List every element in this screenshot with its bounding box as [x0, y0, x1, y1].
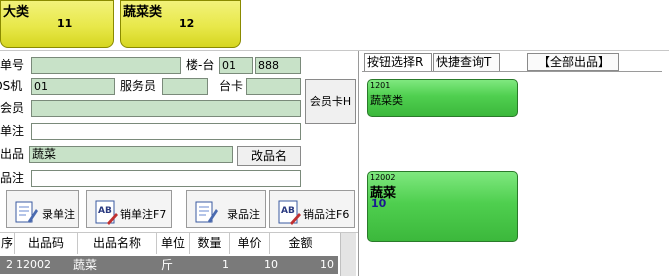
- category-count: 11: [57, 17, 73, 30]
- divider-horizontal: [0, 50, 669, 51]
- waiter-field[interactable]: [162, 78, 208, 95]
- rename-item-button[interactable]: 改品名: [237, 146, 301, 166]
- col-header-price[interactable]: 单价: [229, 233, 269, 254]
- record-order-note-label: 录单注: [42, 208, 75, 221]
- waiter-label: 服务员: [120, 79, 157, 93]
- table-row[interactable]: 2 12002 蔬菜 斤 1 10 10: [0, 256, 338, 274]
- category-button-dalei[interactable]: 大类 11: [0, 0, 114, 48]
- notepad-icon: [14, 199, 38, 225]
- divider-vertical: [358, 50, 359, 276]
- row-unit: 斤: [161, 258, 174, 272]
- cancel-item-note-button[interactable]: AB 销品注F6: [269, 190, 355, 228]
- category-name: 大类: [3, 5, 30, 20]
- order-note-field[interactable]: [31, 123, 301, 140]
- menu-item-button[interactable]: 12002 蔬菜 10: [367, 171, 518, 242]
- item-field[interactable]: 蔬菜: [29, 146, 233, 163]
- cancel-order-note-button[interactable]: AB 销单注F7: [86, 190, 172, 228]
- category-button-vegetables[interactable]: 蔬菜类 12: [120, 0, 241, 48]
- item-label: 出品: [0, 147, 25, 161]
- row-qty: 1: [222, 258, 229, 271]
- row-price: 10: [264, 258, 278, 271]
- member-field[interactable]: [31, 100, 301, 117]
- cancel-order-note-label: 销单注F7: [120, 208, 167, 221]
- item-note-label: 品注: [0, 171, 25, 185]
- tab-quick-query[interactable]: 快捷查询T: [433, 53, 500, 71]
- pos-label: POS机: [0, 79, 23, 93]
- col-header-name[interactable]: 出品名称: [77, 233, 156, 254]
- menu-code: 1201: [370, 81, 391, 90]
- cancel-item-note-label: 销品注F6: [303, 208, 350, 221]
- floor-table-label: 楼-台: [186, 58, 215, 72]
- notepad-icon: [194, 199, 218, 225]
- menu-name: 蔬菜类: [370, 94, 403, 107]
- record-order-note-button[interactable]: 录单注: [6, 190, 79, 228]
- row-code: 12002: [16, 258, 51, 271]
- table-scrollbar[interactable]: [340, 233, 356, 276]
- record-item-note-button[interactable]: 录品注: [186, 190, 266, 228]
- order-no-field[interactable]: [31, 57, 181, 74]
- item-note-field[interactable]: [31, 170, 301, 187]
- col-header-qty[interactable]: 数量: [189, 233, 229, 254]
- col-header-code[interactable]: 出品码: [14, 233, 77, 254]
- card-label: 台卡: [219, 79, 244, 93]
- menu-code: 12002: [370, 173, 396, 182]
- col-header-seq[interactable]: 序: [0, 233, 14, 254]
- svg-text:AB: AB: [98, 206, 112, 216]
- table-field[interactable]: 888: [255, 57, 301, 74]
- pos-window: 大类 11 蔬菜类 12 单号 楼-台 01 888 POS机 01 服务员 台…: [0, 0, 669, 276]
- pos-field[interactable]: 01: [31, 78, 115, 95]
- member-card-button[interactable]: 会员卡H: [305, 79, 356, 124]
- all-items-button[interactable]: 【全部出品】: [527, 53, 619, 71]
- menu-price: 10: [371, 197, 387, 210]
- row-amount: 10: [320, 258, 334, 271]
- document-ab-icon: AB: [277, 199, 301, 225]
- row-seq: 2: [6, 258, 13, 271]
- member-label: 会员: [0, 101, 25, 115]
- card-field[interactable]: [246, 78, 301, 95]
- menu-category-button[interactable]: 1201 蔬菜类: [367, 79, 518, 117]
- floor-field[interactable]: 01: [219, 57, 253, 74]
- document-ab-icon: AB: [94, 199, 118, 225]
- tab-underline: [362, 71, 662, 72]
- order-note-label: 单注: [0, 124, 25, 138]
- category-count: 12: [179, 17, 195, 30]
- tab-button-select[interactable]: 按钮选择R: [364, 53, 432, 71]
- col-header-unit[interactable]: 单位: [156, 233, 189, 254]
- row-name: 蔬菜: [73, 258, 98, 272]
- svg-text:AB: AB: [281, 206, 295, 216]
- category-name: 蔬菜类: [123, 5, 163, 20]
- col-header-amount[interactable]: 金额: [269, 233, 331, 254]
- record-item-note-label: 录品注: [227, 208, 260, 221]
- order-no-label: 单号: [0, 58, 25, 72]
